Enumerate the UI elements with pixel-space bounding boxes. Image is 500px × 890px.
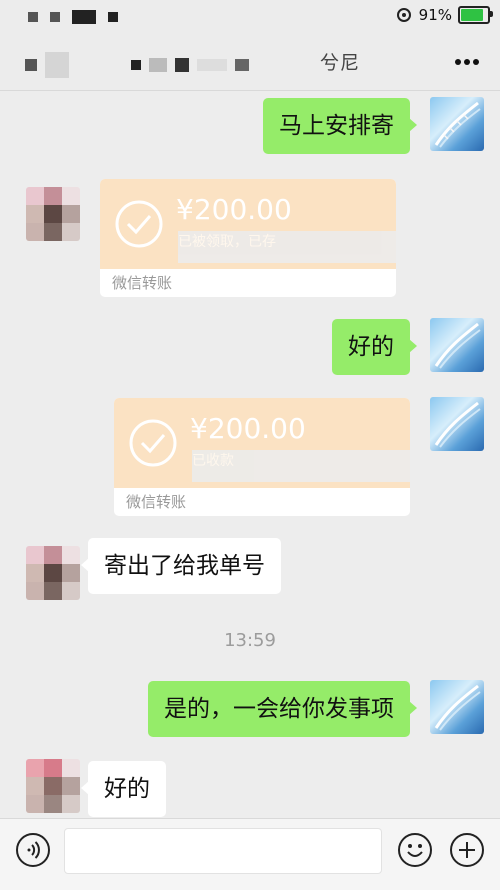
timestamp: 13:59 xyxy=(224,630,276,651)
avatar-me[interactable] xyxy=(430,397,484,451)
check-icon xyxy=(129,419,177,467)
chat-messages[interactable]: 马上安排寄 ¥200.00 已被领取，已存 微信转账 好的 ¥200.00 已收… xyxy=(0,91,500,818)
message-bubble-sent[interactable]: 好的 xyxy=(332,319,417,375)
battery-percent: 91% xyxy=(418,6,452,24)
status-right: 91% xyxy=(395,6,493,24)
transfer-label: 微信转账 xyxy=(126,493,187,511)
message-bubble-received[interactable]: 好的 xyxy=(81,761,166,817)
transfer-card-sent[interactable]: ¥200.00 已收款 微信转账 xyxy=(114,398,410,516)
voice-icon[interactable] xyxy=(16,833,50,867)
status-bar: 91% xyxy=(0,0,500,32)
message-bubble-received[interactable]: 寄出了给我单号 xyxy=(81,538,281,594)
input-bar xyxy=(0,818,500,890)
message-bubble-sent[interactable]: 马上安排寄 xyxy=(263,98,417,154)
avatar-contact[interactable] xyxy=(26,759,80,813)
transfer-card-received[interactable]: ¥200.00 已被领取，已存 微信转账 xyxy=(100,179,396,297)
avatar-contact[interactable] xyxy=(26,187,80,241)
status-carrier-blurred xyxy=(28,10,118,24)
check-icon xyxy=(115,200,163,248)
transfer-amount: ¥200.00 xyxy=(176,193,292,226)
avatar-contact[interactable] xyxy=(26,546,80,600)
battery-icon xyxy=(458,6,493,24)
chat-header: 兮尼 xyxy=(0,32,500,91)
emoji-icon[interactable] xyxy=(398,833,432,867)
plus-icon[interactable] xyxy=(450,833,484,867)
avatar-me[interactable] xyxy=(430,97,484,151)
message-input[interactable] xyxy=(64,828,382,874)
chat-title: 兮尼 xyxy=(320,52,361,74)
avatar-me[interactable] xyxy=(430,680,484,734)
more-icon[interactable] xyxy=(454,52,480,68)
back-area-blurred[interactable] xyxy=(25,52,249,78)
transfer-status: 已被领取，已存 xyxy=(178,231,396,263)
alarm-icon xyxy=(396,8,411,22)
transfer-status: 已收款 xyxy=(192,450,410,482)
transfer-label: 微信转账 xyxy=(112,274,173,292)
transfer-amount: ¥200.00 xyxy=(190,412,306,445)
avatar-me[interactable] xyxy=(430,318,484,372)
message-bubble-sent[interactable]: 是的，一会给你发事项 xyxy=(148,681,417,737)
